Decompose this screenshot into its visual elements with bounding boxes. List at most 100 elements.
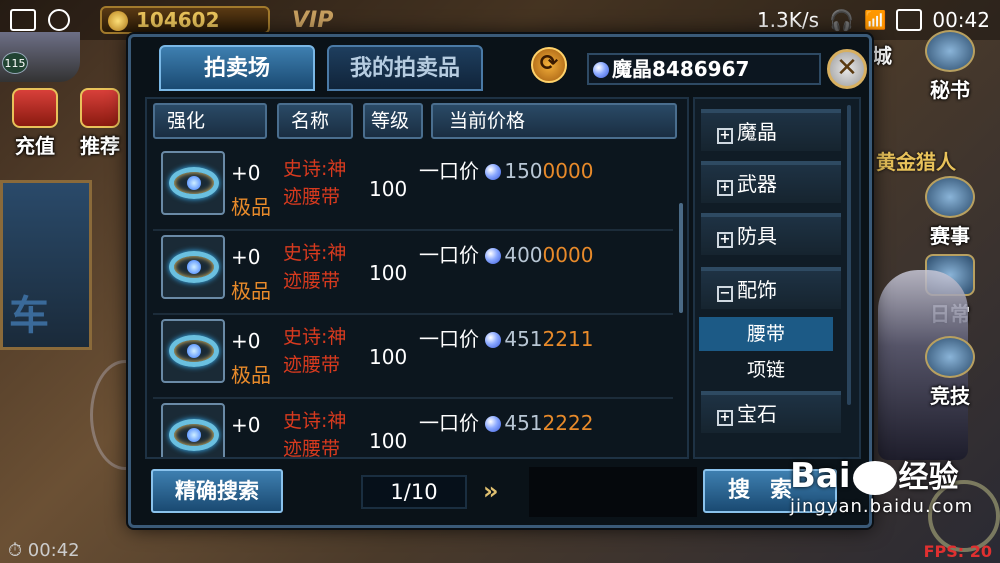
item-price: 一口价 1500000 — [419, 159, 594, 183]
tournament-button[interactable]: 赛事 — [910, 176, 990, 249]
expand-icon: + — [717, 128, 733, 144]
item-name: 史诗:神迹腰带 — [283, 326, 347, 376]
column-level[interactable]: 等级 — [363, 103, 423, 139]
gift-icon — [80, 88, 120, 128]
crystal-amount: 8486967 — [652, 57, 750, 81]
item-name: 史诗:神迹腰带 — [283, 158, 347, 208]
crystal-gem-icon — [485, 332, 502, 348]
expand-icon: + — [717, 410, 733, 426]
crystal-gem-icon — [593, 62, 609, 78]
arena-button[interactable]: 竞技 — [910, 336, 990, 409]
belt-icon — [161, 319, 225, 383]
tab-my-auctions[interactable]: 我的拍卖品 — [327, 45, 483, 91]
item-level: 100 — [369, 177, 408, 201]
belt-icon — [161, 403, 225, 457]
battery-icon — [896, 9, 923, 31]
watermark-url: jingyan.baidu.com — [790, 496, 974, 517]
item-name: 史诗:神迹腰带 — [283, 410, 347, 457]
recommend-label: 推荐 — [80, 134, 120, 158]
subcategory-belt[interactable]: 腰带 — [699, 317, 833, 351]
banner-text: 车 — [9, 293, 49, 339]
category-panel: + 魔晶 + 武器 + 防具 − 配饰 腰带 项链 + 宝石 — [693, 97, 861, 459]
secretary-icon — [925, 30, 975, 72]
crystal-gem-icon — [485, 416, 502, 432]
expand-icon: + — [717, 232, 733, 248]
city-label: 城 — [872, 44, 892, 68]
category-weapon[interactable]: + 武器 — [701, 161, 841, 203]
baidu-logo: Bai 经验 — [790, 456, 959, 496]
category-armor[interactable]: + 防具 — [701, 213, 841, 255]
arena-label: 竞技 — [930, 384, 970, 408]
category-gem[interactable]: + 宝石 — [701, 391, 841, 433]
item-enhance: +0 — [231, 245, 261, 269]
paw-icon — [852, 460, 897, 495]
next-page-icon[interactable]: » — [483, 477, 499, 505]
category-scrollbar[interactable] — [847, 105, 851, 405]
item-grade: 极品 — [231, 195, 271, 219]
crystal-gem-icon — [485, 164, 502, 180]
recommend-button[interactable]: 推荐 — [72, 88, 128, 159]
gift-icon — [12, 88, 58, 128]
fps-counter: FPS: 20 — [923, 542, 992, 561]
gallery-icon — [10, 9, 36, 31]
item-grade: 极品 — [231, 363, 271, 387]
item-level: 100 — [369, 345, 408, 369]
wifi-icon: 📶 — [863, 9, 887, 31]
network-speed: 1.3K/s — [756, 8, 820, 32]
belt-icon — [161, 151, 225, 215]
auction-window: 拍卖场 我的拍卖品 ⟳ 魔晶8486967 ✕ 强化 名称 等级 当前价格 +0… — [128, 34, 872, 528]
close-button[interactable]: ✕ — [827, 49, 867, 89]
headphones-icon: 🎧 — [829, 8, 854, 32]
crystal-gem-icon — [485, 248, 502, 264]
gold-counter: 104602 — [100, 6, 270, 34]
gold-amount: 104602 — [136, 8, 220, 32]
item-list: 强化 名称 等级 当前价格 +0 极品 史诗:神迹腰带 100 一口价 1500… — [145, 97, 689, 459]
list-item[interactable]: +0 史诗:神迹腰带 100 一口价 4512222 — [153, 399, 673, 457]
item-enhance: +0 — [231, 161, 261, 185]
item-price: 一口价 4512211 — [419, 327, 594, 351]
column-price[interactable]: 当前价格 — [431, 103, 677, 139]
refresh-button[interactable]: ⟳ — [531, 47, 567, 83]
tab-auction-house[interactable]: 拍卖场 — [159, 45, 315, 91]
clock: 00:42 — [932, 8, 990, 32]
baidu-watermark: Bai 经验 jingyan.baidu.com — [790, 452, 973, 517]
item-grade: 极品 — [231, 279, 271, 303]
player-level-badge: 115 — [2, 52, 28, 74]
search-input[interactable] — [529, 467, 697, 517]
gold-hunter-label[interactable]: 黄金猎人 — [876, 146, 956, 175]
exact-search-button[interactable]: 精确搜索 — [151, 469, 283, 513]
subcategory-necklace[interactable]: 项链 — [699, 353, 833, 387]
expand-icon: + — [717, 180, 733, 196]
left-event-banner[interactable]: 车 — [0, 180, 92, 350]
item-enhance: +0 — [231, 413, 261, 437]
category-crystal[interactable]: + 魔晶 — [701, 109, 841, 151]
column-enhance[interactable]: 强化 — [153, 103, 267, 139]
recharge-button[interactable]: 充值 — [0, 88, 70, 159]
item-price: 一口价 4000000 — [419, 243, 594, 267]
vs-icon — [925, 336, 975, 378]
item-name: 史诗:神迹腰带 — [283, 242, 347, 292]
vip-badge[interactable]: VIP — [292, 8, 333, 33]
crystal-balance: 魔晶8486967 — [587, 53, 821, 85]
collapse-icon: − — [717, 286, 733, 302]
tournament-label: 赛事 — [930, 224, 970, 248]
item-price: 一口价 4512222 — [419, 411, 594, 435]
list-scrollbar[interactable] — [679, 203, 683, 313]
secretary-button[interactable]: 秘书 — [910, 30, 990, 103]
secretary-label: 秘书 — [930, 78, 970, 102]
tournament-icon — [925, 176, 975, 218]
column-name[interactable]: 名称 — [277, 103, 353, 139]
settings-icon — [48, 9, 70, 31]
list-item[interactable]: +0 极品 史诗:神迹腰带 100 一口价 4512211 — [153, 315, 673, 399]
item-level: 100 — [369, 261, 408, 285]
crystal-label: 魔晶 — [612, 57, 652, 81]
recharge-label: 充值 — [15, 134, 55, 158]
list-item[interactable]: +0 极品 史诗:神迹腰带 100 一口价 1500000 — [153, 147, 673, 231]
category-accessory[interactable]: − 配饰 — [701, 267, 841, 309]
item-enhance: +0 — [231, 329, 261, 353]
page-indicator: 1/10 — [361, 475, 467, 509]
city-button[interactable]: 城 — [872, 40, 900, 69]
gold-coin-icon — [108, 11, 128, 31]
item-level: 100 — [369, 429, 408, 453]
list-item[interactable]: +0 极品 史诗:神迹腰带 100 一口价 4000000 — [153, 231, 673, 315]
